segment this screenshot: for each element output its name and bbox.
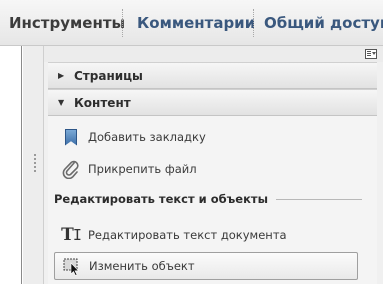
tab-tools[interactable]: Инструменты <box>0 0 125 46</box>
section-content[interactable]: ▼ Контент <box>48 89 377 116</box>
top-tab-bar: Инструменты Комментарии Общий доступ <box>0 0 383 46</box>
edit-group-heading: Редактировать текст и объекты <box>54 192 362 206</box>
tab-comments[interactable]: Комментарии <box>123 0 255 46</box>
edit-group-title: Редактировать текст и объекты <box>54 192 268 206</box>
caret-right-icon: ▶ <box>58 71 65 80</box>
content-section-body: Добавить закладку Прикрепить файл Редакт… <box>48 116 377 284</box>
acrobat-tools-pane: Инструменты Комментарии Общий доступ ▶ С… <box>0 0 383 284</box>
document-viewport[interactable] <box>0 46 22 284</box>
caret-down-icon: ▼ <box>58 98 65 107</box>
section-pages[interactable]: ▶ Страницы <box>48 62 377 89</box>
paperclip-icon <box>60 158 82 180</box>
options-menu-icon[interactable] <box>365 49 377 59</box>
attach-file-button[interactable]: Прикрепить файл <box>60 158 197 180</box>
object-select-icon <box>61 255 83 277</box>
add-bookmark-button[interactable]: Добавить закладку <box>60 126 206 148</box>
edit-object-label: Изменить объект <box>89 259 195 273</box>
edit-object-button[interactable]: Изменить объект <box>54 252 358 280</box>
pane-splitter[interactable] <box>23 46 44 284</box>
section-content-label: Контент <box>74 95 131 110</box>
splitter-grip <box>34 166 36 168</box>
bookmark-icon <box>60 126 82 148</box>
edit-document-text-label: Редактировать текст документа <box>88 228 287 242</box>
add-bookmark-label: Добавить закладку <box>88 130 206 144</box>
tools-panel: ▶ Страницы ▼ Контент Добавить закладку П… <box>44 46 383 284</box>
panel-options-bar <box>44 46 383 62</box>
attach-file-label: Прикрепить файл <box>88 162 197 176</box>
splitter-grip <box>34 158 36 160</box>
splitter-grip <box>34 162 36 164</box>
splitter-grip <box>34 154 36 156</box>
heading-divider <box>275 198 362 200</box>
splitter-grip <box>34 170 36 172</box>
edit-document-text-button[interactable]: TI Редактировать текст документа <box>60 224 287 246</box>
text-cursor-icon: TI <box>61 225 82 245</box>
tab-share[interactable]: Общий доступ <box>254 0 383 46</box>
section-pages-label: Страницы <box>74 68 143 83</box>
